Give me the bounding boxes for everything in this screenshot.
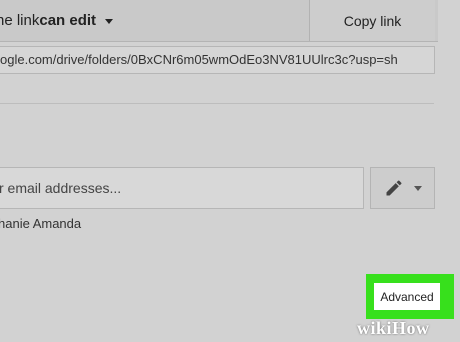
- share-link-bar: ne link can edit Copy link: [0, 0, 438, 42]
- link-access-prefix: ne link: [0, 12, 40, 29]
- link-access-dropdown[interactable]: ne link can edit: [0, 0, 309, 41]
- advanced-label: Advanced: [380, 289, 434, 304]
- pencil-icon: [386, 180, 402, 196]
- caret-down-icon: [105, 19, 114, 24]
- email-placeholder: r email addresses...: [0, 180, 122, 196]
- owner-name: hanie Amanda: [0, 216, 82, 231]
- share-url-text: ogle.com/drive/folders/0BxCNr6m05wmOdEo3…: [0, 52, 398, 67]
- wikihow-watermark: wikiHow: [357, 318, 430, 339]
- caret-down-icon: [413, 185, 422, 191]
- copy-link-button[interactable]: Copy link: [309, 0, 435, 41]
- watermark-wiki: wiki: [357, 318, 393, 338]
- watermark-how: How: [392, 318, 430, 338]
- permission-edit-button[interactable]: [370, 167, 435, 209]
- copy-link-label: Copy link: [343, 12, 402, 29]
- email-input[interactable]: r email addresses...: [0, 167, 364, 209]
- divider: [0, 103, 434, 104]
- link-access-permission: can edit: [39, 12, 97, 29]
- advanced-button[interactable]: Advanced: [374, 283, 440, 310]
- share-url-field[interactable]: ogle.com/drive/folders/0BxCNr6m05wmOdEo3…: [0, 46, 435, 74]
